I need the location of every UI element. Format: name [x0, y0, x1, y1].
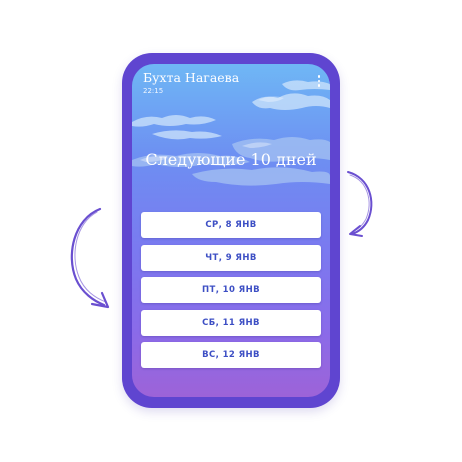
current-time: 22:15 [143, 87, 164, 95]
more-vertical-icon[interactable] [315, 75, 323, 89]
day-button[interactable]: СБ, 11 ЯНВ [141, 309, 321, 336]
forecast-headline: Следующие 10 дней [145, 150, 317, 169]
day-button[interactable]: ЧТ, 9 ЯНВ [141, 244, 321, 271]
swipe-arrow-right-icon [347, 171, 373, 237]
phone-frame: Бухта Нагаева 22:15 Следующие 10 дней СР… [122, 53, 340, 408]
location-title: Бухта Нагаева [143, 70, 240, 85]
day-button[interactable]: ПТ, 10 ЯНВ [141, 277, 321, 303]
day-button[interactable]: СР, 8 ЯНВ [141, 212, 321, 238]
day-button[interactable]: ВС, 12 ЯНВ [141, 342, 321, 368]
swipe-arrow-left-icon [70, 207, 110, 309]
weather-screen: Бухта Нагаева 22:15 Следующие 10 дней СР… [132, 64, 330, 397]
day-list: СР, 8 ЯНВ ЧТ, 9 ЯНВ ПТ, 10 ЯНВ СБ, 11 ЯН… [141, 212, 321, 375]
